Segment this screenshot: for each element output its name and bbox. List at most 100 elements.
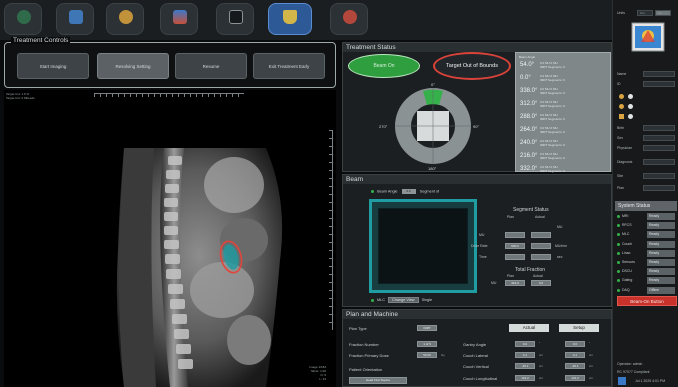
status-name: Linac — [622, 250, 631, 255]
user-icon-2 — [619, 104, 624, 109]
seg-doserate-label: Dose Rate — [471, 244, 488, 248]
segment-label: Segment — [419, 189, 435, 194]
plan-and-machine-title: Plan and Machine — [343, 310, 611, 319]
segment-row[interactable]: 0.0° 0.0 MU 0 MU IMRT Segments: 6 — [516, 73, 610, 86]
segment-info: 0.0 MU 0 MU IMRT Segments: 6 — [540, 126, 565, 134]
plus-icon-3[interactable] — [628, 114, 633, 119]
segment-angle: 288.0° — [520, 114, 538, 120]
units-option-cm[interactable]: Cm — [637, 10, 653, 16]
couch-lateral-actual: 4.1 — [515, 352, 535, 358]
status-dot — [617, 215, 620, 218]
couch-lateral-setup: 4.1 — [565, 352, 585, 358]
viewer-info-line4: L: 34 — [319, 377, 326, 381]
couch-lateral-actual-unit: cm — [539, 353, 543, 357]
system-status-row: RFCS Ready — [615, 222, 677, 230]
segment-row[interactable]: 312.0° 0.0 MU 0 MU IMRT Segments: 6 — [516, 99, 610, 112]
plus-icon-2[interactable] — [628, 104, 633, 109]
change-view-button[interactable]: Change View — [388, 297, 419, 303]
total-fraction-plan-header: Plan — [507, 274, 515, 278]
beam-on-button[interactable]: Beam-On Button — [617, 296, 677, 306]
beam-panel-title: Beam — [343, 175, 611, 184]
imaging-icon — [173, 10, 187, 24]
plus-icon[interactable] — [628, 94, 633, 99]
status-value: Ready — [647, 213, 675, 220]
resume-button[interactable]: Resume — [175, 53, 247, 79]
segment-row[interactable]: 338.0° 0.0 MU 0 MU IMRT Segments: 6 — [516, 86, 610, 99]
couch-vertical-actual-unit: cm — [539, 364, 543, 368]
qa-button[interactable] — [106, 3, 144, 35]
patient-photo — [631, 22, 665, 52]
segment-list[interactable]: Beam Angle 54.0° 0.0 MU 0 MU IMRT Segments… — [515, 52, 611, 172]
segment-of-label: of — [435, 189, 440, 194]
segment-info: 0.0 MU 0 MU IMRT Segments: 6 — [540, 100, 565, 108]
segment-info-type: IMRT Segments: 6 — [540, 155, 565, 160]
segment-row[interactable]: 216.0° 0.0 MU 0 MU IMRT Segments: 6 — [516, 151, 610, 164]
patient-field-label-6: Diagnosis — [617, 160, 633, 164]
status-name: Sensors — [622, 260, 635, 264]
mri-image-viewer[interactable]: Target Cut: 1.6 % Target Cut: 0 Mbeeds I… — [4, 90, 336, 387]
segment-row[interactable]: 288.0° 0.0 MU 0 MU IMRT Segments: 6 — [516, 112, 610, 125]
user-icon — [619, 94, 624, 99]
qa-icon — [119, 10, 133, 24]
fraction-primary-dose-unit: Gy — [441, 353, 445, 357]
seg-time-unit: sec — [557, 255, 563, 259]
gantry-angle-setup-unit: ° — [589, 341, 591, 345]
treatment-button[interactable] — [268, 3, 312, 35]
units-option-lb[interactable]: Lb — [655, 10, 671, 16]
gantry-angle-setup: 0.0 — [565, 341, 585, 347]
segment-row[interactable]: 54.0° 0.0 MU 0 MU IMRT Segments: 6 — [516, 60, 610, 73]
system-status-row: MRI Ready — [615, 213, 677, 221]
segment-list-header: Beam Angle — [519, 55, 536, 59]
treatment-controls-title: Treatment Controls — [11, 37, 71, 44]
seg-time-label: Time — [479, 255, 487, 259]
main-toolbar — [0, 0, 612, 40]
system-status-title: System Status — [615, 201, 677, 211]
tools-button[interactable] — [330, 3, 368, 35]
segment-angle: 264.0° — [520, 127, 538, 133]
patient-field-4 — [643, 135, 675, 141]
system-status-row: MLC Ready — [615, 231, 677, 239]
tools-icon — [343, 10, 357, 24]
system-status-row: Sensors Ready — [615, 259, 677, 267]
patient-field-7 — [643, 173, 675, 179]
total-fraction-actual: 0.0 — [531, 280, 551, 286]
exit-treatment-early-button[interactable]: Exit Treatment Early — [253, 53, 325, 79]
segment-row[interactable]: 240.0° 0.0 MU 0 MU IMRT Segments: 6 — [516, 138, 610, 151]
segment-angle: 216.0° — [520, 153, 538, 159]
total-fraction-title: Total Fraction — [515, 267, 546, 273]
start-imaging-button[interactable]: Start Imaging — [17, 53, 89, 79]
patient-field-8 — [643, 185, 675, 191]
beam-angle-field[interactable]: 0.0 — [401, 189, 416, 194]
patient-field-1 — [643, 71, 675, 77]
fraction-primary-dose-label: Fraction Primary Dose — [349, 353, 389, 358]
status-dot — [617, 279, 620, 283]
segment-row[interactable]: 264.0° 0.0 MU 0 MU IMRT Segments: 6 — [516, 125, 610, 138]
plan-type-value: IMRT — [417, 325, 437, 331]
couch-longitudinal-setup: 131.2 — [565, 375, 585, 381]
patient-field-label-1: Name — [617, 72, 627, 76]
beam-angle-row: Beam Angle 0.0 Segment of — [371, 189, 439, 194]
patient-field-3 — [643, 125, 675, 131]
status-dot — [617, 242, 620, 246]
status-name: Gating — [622, 278, 633, 283]
imaging-button[interactable] — [160, 3, 198, 35]
seg-doserate-plan: 600.0 — [505, 243, 525, 249]
patient-button[interactable] — [4, 3, 42, 35]
gantry-diagram: 0° 90° 180° 270° — [379, 82, 479, 171]
segment-angle: 332.0° — [520, 166, 538, 172]
segment-info: 0.0 MU 0 MU IMRT Segments: 6 — [540, 165, 565, 173]
mlc-label: MLC — [377, 298, 386, 302]
monitor-button[interactable] — [216, 3, 254, 35]
patient-field-label-4: Sex — [617, 136, 624, 140]
seg-doserate-actual — [531, 243, 551, 249]
segment-info-type: IMRT Segments: 6 — [540, 142, 565, 147]
patient-field-label-2: ID — [617, 82, 621, 86]
segment-angle: 338.0° — [520, 88, 538, 94]
treatment-controls-panel: Treatment Controls Start Imaging Resolvi… — [4, 37, 336, 88]
seg-doserate-unit: MU/min — [555, 244, 568, 248]
plan-button[interactable] — [56, 3, 94, 35]
mlc-row: MLC Change View Single — [371, 297, 432, 303]
resolving-setting-button[interactable]: Resolving Setting — [97, 53, 169, 79]
status-value: Ready — [647, 268, 675, 276]
beams-eye-view[interactable] — [369, 199, 477, 293]
